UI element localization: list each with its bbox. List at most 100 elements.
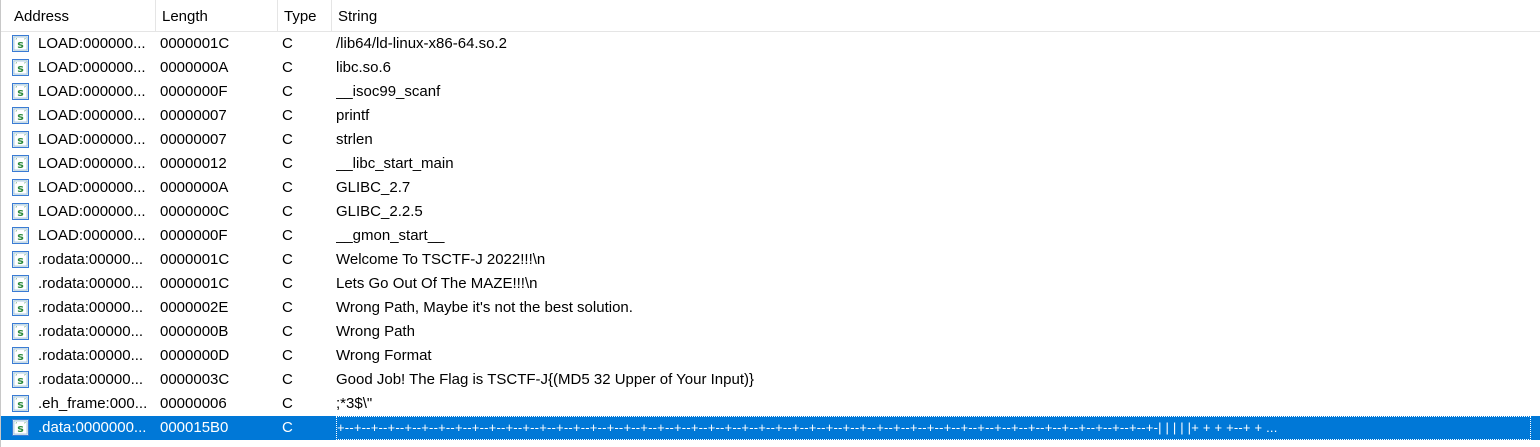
row-length: 0000000B bbox=[160, 323, 229, 340]
string-literal-icon: s ‘’ bbox=[12, 296, 32, 320]
string-literal-icon: s ‘’ bbox=[12, 32, 32, 56]
svg-text:’: ’ bbox=[24, 422, 26, 429]
row-length: 0000000F bbox=[160, 227, 228, 244]
row-string: Wrong Format bbox=[336, 347, 432, 364]
row-address: .rodata:00000... bbox=[38, 371, 144, 388]
row-string: Lets Go Out Of The MAZE!!!\n bbox=[336, 275, 538, 292]
row-string: GLIBC_2.2.5 bbox=[336, 203, 423, 220]
table-row[interactable]: s ‘’ .eh_frame:000... 00000006 C ;*3$\" bbox=[1, 392, 1540, 416]
table-row[interactable]: s ‘’ LOAD:000000... 0000000A C GLIBC_2.7 bbox=[1, 176, 1540, 200]
row-type: C bbox=[282, 155, 293, 172]
table-row[interactable]: s ‘’ .data:0000000... 000015B0 C +--+--+--+--… bbox=[1, 416, 1540, 440]
table-row[interactable]: s ‘’ LOAD:000000... 0000000F C __isoc99_scanf bbox=[1, 80, 1540, 104]
column-header-length[interactable]: Length bbox=[156, 0, 278, 32]
row-string: __libc_start_main bbox=[336, 155, 454, 172]
row-length: 0000000F bbox=[160, 83, 228, 100]
row-address: .eh_frame:000... bbox=[38, 395, 148, 412]
svg-text:’: ’ bbox=[24, 398, 26, 405]
table-row[interactable]: s ‘’ LOAD:000000... 0000001C C/lib64/ld-linu… bbox=[1, 32, 1540, 56]
column-header-type[interactable]: Type bbox=[278, 0, 332, 32]
row-address: .rodata:00000... bbox=[38, 299, 144, 316]
row-type: C bbox=[282, 419, 293, 436]
svg-text:‘: ‘ bbox=[15, 230, 17, 237]
row-length: 0000001C bbox=[160, 275, 230, 292]
string-literal-icon: s ‘’ bbox=[12, 344, 32, 368]
row-length: 000015B0 bbox=[160, 419, 229, 436]
svg-text:‘: ‘ bbox=[15, 86, 17, 93]
row-string: /lib64/ld-linux-x86-64.so.2 bbox=[336, 35, 507, 52]
table-row[interactable]: s ‘’ LOAD:000000... 00000012 C __libc_start_m… bbox=[1, 152, 1540, 176]
string-literal-icon: s ‘’ bbox=[12, 248, 32, 272]
column-header-address[interactable]: Address bbox=[8, 0, 156, 32]
table-row[interactable]: s ‘’ LOAD:000000... 0000000F C __gmon_start__ bbox=[1, 224, 1540, 248]
table-row[interactable]: s ‘’ .rodata:00000... 0000002E C Wrong Path, … bbox=[1, 296, 1540, 320]
svg-text:‘: ‘ bbox=[15, 374, 17, 381]
row-type: C bbox=[282, 131, 293, 148]
row-length: 0000001C bbox=[160, 35, 230, 52]
row-type: C bbox=[282, 35, 293, 52]
svg-text:’: ’ bbox=[24, 206, 26, 213]
svg-text:‘: ‘ bbox=[15, 62, 17, 69]
row-address: .rodata:00000... bbox=[38, 323, 144, 340]
string-literal-icon: s ‘’ bbox=[12, 56, 32, 80]
svg-text:‘: ‘ bbox=[15, 398, 17, 405]
row-address: LOAD:000000... bbox=[38, 83, 146, 100]
row-length: 0000002E bbox=[160, 299, 229, 316]
row-string: Good Job! The Flag is TSCTF-J{(MD5 32 Up… bbox=[336, 371, 754, 388]
string-literal-icon: s ‘’ bbox=[12, 320, 32, 344]
row-string: GLIBC_2.7 bbox=[336, 179, 411, 196]
svg-text:’: ’ bbox=[24, 374, 26, 381]
row-length: 00000006 bbox=[160, 395, 227, 412]
svg-text:’: ’ bbox=[24, 302, 26, 309]
row-address: LOAD:000000... bbox=[38, 227, 146, 244]
table-row[interactable]: s ‘’ .rodata:00000... 0000001C C Lets Go Out … bbox=[1, 272, 1540, 296]
svg-text:’: ’ bbox=[24, 182, 26, 189]
row-type: C bbox=[282, 347, 293, 364]
row-type: C bbox=[282, 227, 293, 244]
table-row[interactable]: s ‘’ LOAD:000000... 0000000A Clibc.so.6 bbox=[1, 56, 1540, 80]
string-literal-icon: s ‘’ bbox=[12, 104, 32, 128]
row-string: Welcome To TSCTF-J 2022!!!\n bbox=[336, 251, 546, 268]
svg-text:’: ’ bbox=[24, 230, 26, 237]
row-type: C bbox=[282, 83, 293, 100]
svg-text:‘: ‘ bbox=[15, 422, 17, 429]
table-row[interactable]: s ‘’ LOAD:000000... 0000000C C GLIBC_2.2.5 bbox=[1, 200, 1540, 224]
row-string: Wrong Path bbox=[336, 323, 415, 340]
row-address: .data:0000000... bbox=[38, 419, 147, 436]
column-header-string[interactable]: String bbox=[332, 0, 1532, 32]
row-address: LOAD:000000... bbox=[38, 155, 146, 172]
row-address: LOAD:000000... bbox=[38, 131, 146, 148]
string-literal-icon: s ‘’ bbox=[12, 176, 32, 200]
svg-text:’: ’ bbox=[24, 158, 26, 165]
svg-text:‘: ‘ bbox=[15, 350, 17, 357]
row-length: 0000003C bbox=[160, 371, 230, 388]
svg-text:‘: ‘ bbox=[15, 206, 17, 213]
string-literal-icon: s ‘’ bbox=[12, 368, 32, 392]
table-row[interactable]: s ‘’ .rodata:00000... 0000000D C Wrong Format bbox=[1, 344, 1540, 368]
svg-text:‘: ‘ bbox=[15, 182, 17, 189]
string-literal-icon: s ‘’ bbox=[12, 80, 32, 104]
row-address: LOAD:000000... bbox=[38, 203, 146, 220]
row-address: LOAD:000000... bbox=[38, 179, 146, 196]
svg-text:‘: ‘ bbox=[15, 302, 17, 309]
table-row[interactable]: s ‘’ LOAD:000000... 00000007 Cprintf bbox=[1, 104, 1540, 128]
svg-text:’: ’ bbox=[24, 350, 26, 357]
table-row[interactable]: s ‘’ LOAD:000000... 00000007 Cstrlen bbox=[1, 128, 1540, 152]
table-row[interactable]: s ‘’ .rodata:00000... 0000000B C Wrong Path bbox=[1, 320, 1540, 344]
row-string: printf bbox=[336, 107, 370, 124]
string-literal-icon: s ‘’ bbox=[12, 152, 32, 176]
table-row[interactable]: s ‘’ .rodata:00000... 0000001C C Welcome To T… bbox=[1, 248, 1540, 272]
svg-text:’: ’ bbox=[24, 254, 26, 261]
row-string: Wrong Path, Maybe it's not the best solu… bbox=[336, 299, 633, 316]
row-length: 0000001C bbox=[160, 251, 230, 268]
row-type: C bbox=[282, 59, 293, 76]
row-address: .rodata:00000... bbox=[38, 251, 144, 268]
string-literal-icon: s ‘’ bbox=[12, 272, 32, 296]
row-type: C bbox=[282, 371, 293, 388]
row-string: ;*3$\" bbox=[336, 395, 373, 412]
row-address: LOAD:000000... bbox=[38, 107, 146, 124]
row-length: 0000000A bbox=[160, 59, 229, 76]
table-row[interactable]: s ‘’ .rodata:00000... 0000003C C Good Job! Th… bbox=[1, 368, 1540, 392]
row-address: LOAD:000000... bbox=[38, 35, 146, 52]
row-string: libc.so.6 bbox=[336, 59, 392, 76]
